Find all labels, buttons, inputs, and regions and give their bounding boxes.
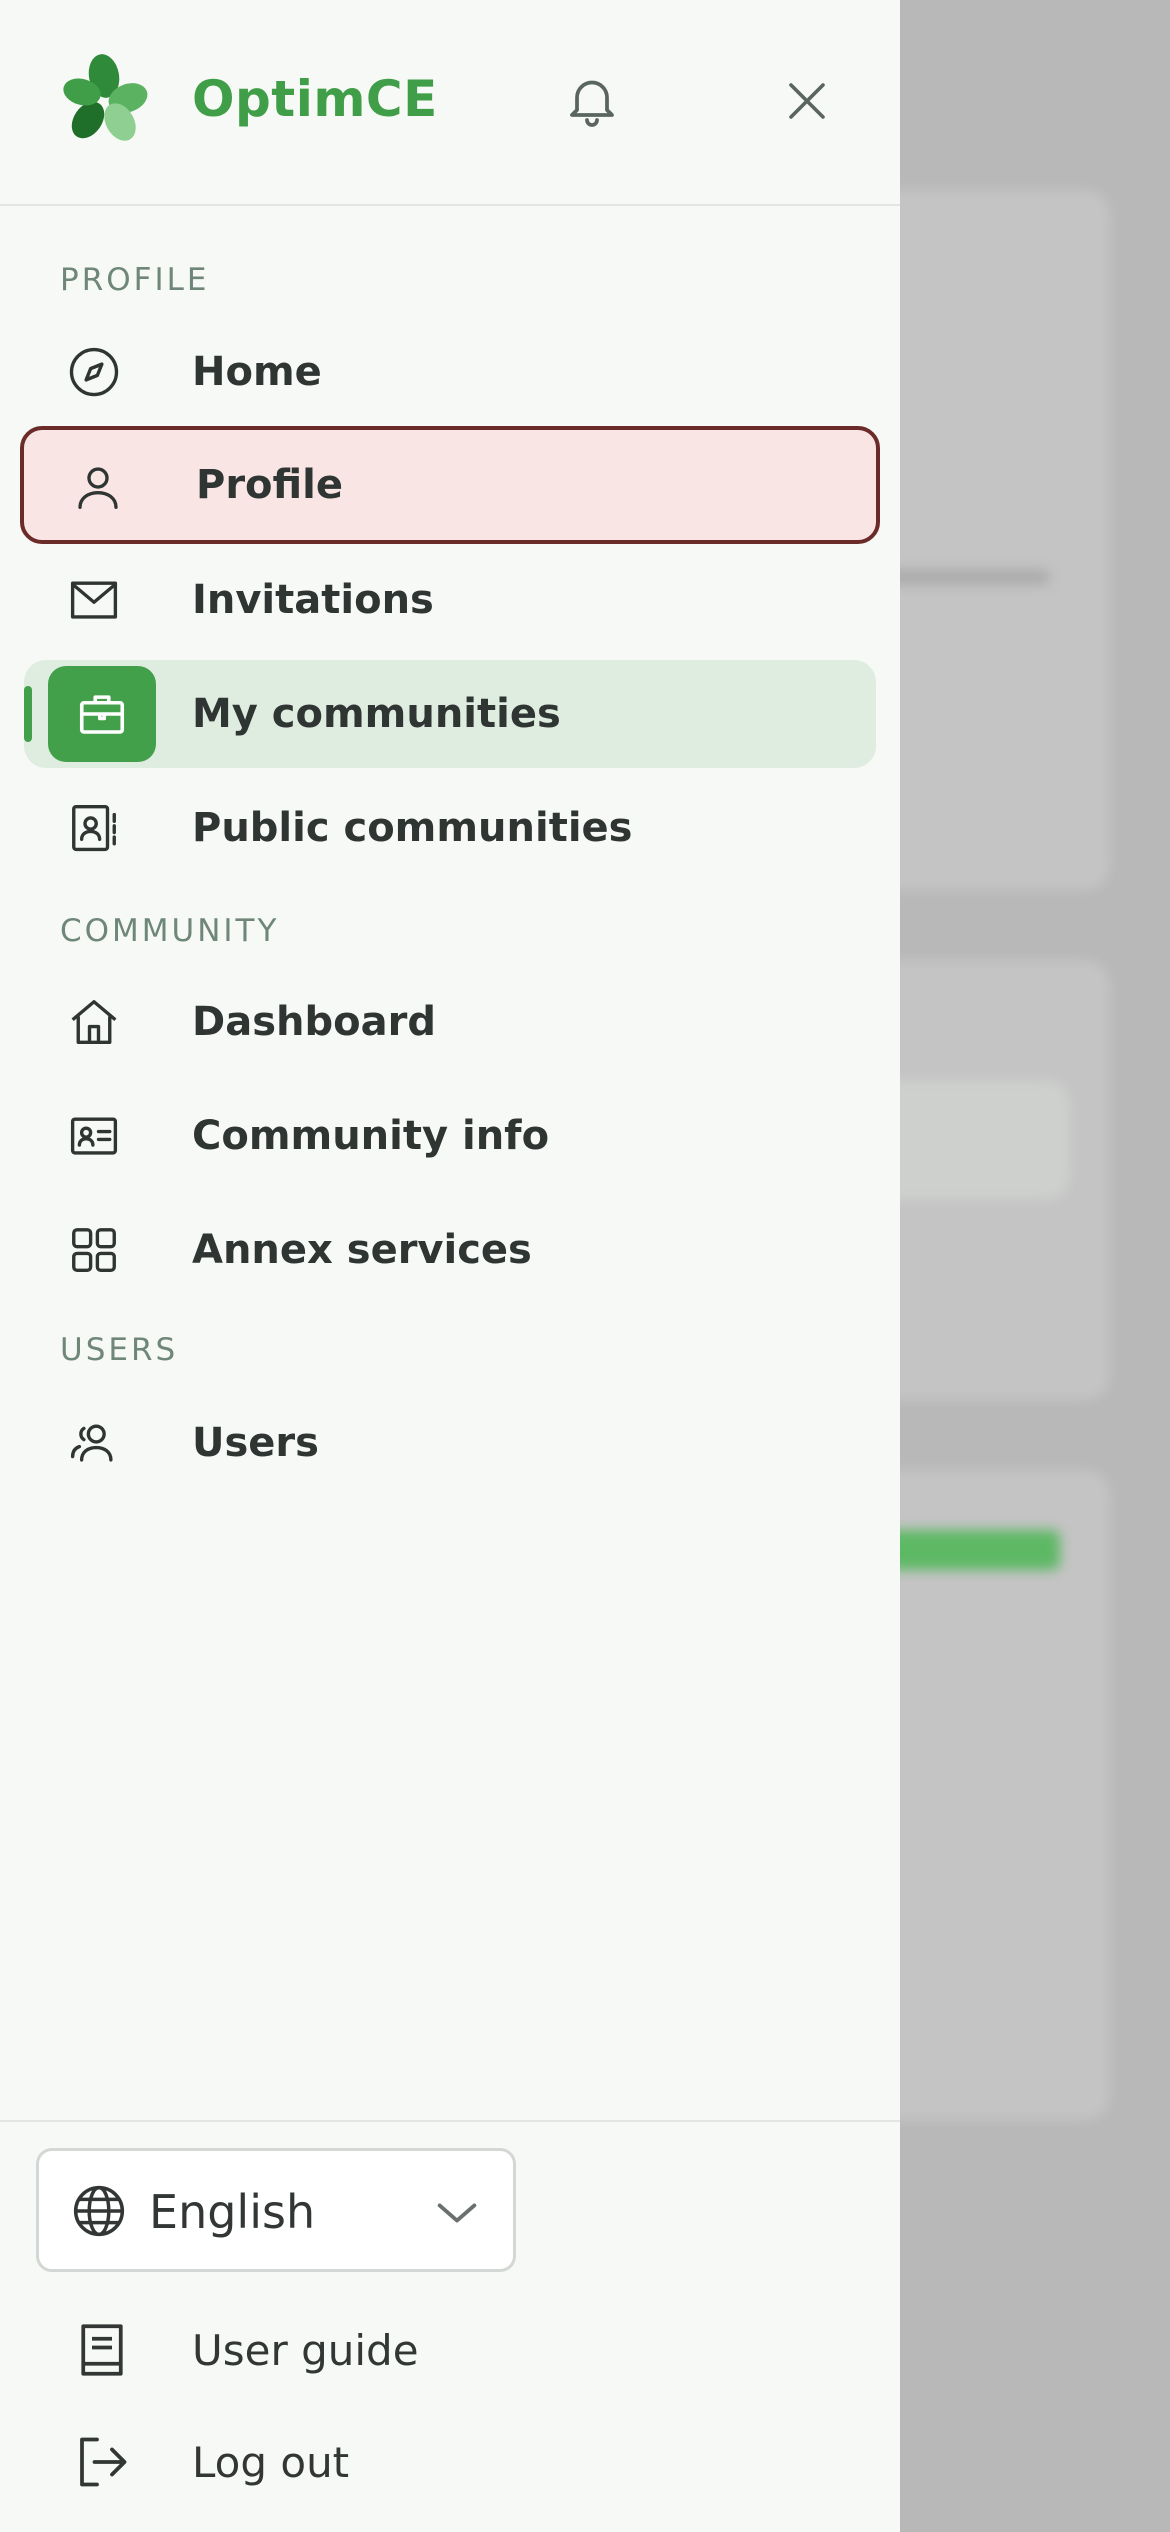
nav-item-invitations[interactable]: Invitations bbox=[24, 546, 876, 654]
section-title-users: USERS bbox=[60, 1332, 179, 1368]
section-title-profile: PROFILE bbox=[60, 262, 210, 298]
nav-item-my-communities[interactable]: My communities bbox=[24, 660, 876, 768]
chevron-down-icon bbox=[431, 2187, 483, 2239]
compass-icon bbox=[66, 344, 122, 400]
background-text bbox=[880, 570, 1050, 584]
app-screen: OptimCE PROFILE Home Profile Invitations… bbox=[0, 0, 1170, 2532]
nav-label: Profile bbox=[196, 462, 344, 508]
nav-label: My communities bbox=[192, 691, 561, 737]
nav-label: Users bbox=[192, 1420, 319, 1466]
nav-label: Dashboard bbox=[192, 999, 436, 1045]
grid-icon bbox=[66, 1222, 122, 1278]
nav-item-annex-services[interactable]: Annex services bbox=[24, 1196, 876, 1304]
brand-name: OptimCE bbox=[192, 70, 438, 128]
briefcase-icon bbox=[48, 666, 156, 762]
nav-item-users[interactable]: Users bbox=[24, 1389, 876, 1497]
nav-item-profile[interactable]: Profile bbox=[20, 426, 880, 544]
section-title-community: COMMUNITY bbox=[60, 913, 280, 949]
nav-item-community-info[interactable]: Community info bbox=[24, 1082, 876, 1190]
log-out-button[interactable]: Log out bbox=[60, 2418, 660, 2508]
book-icon bbox=[72, 2320, 132, 2380]
clover-logo bbox=[60, 52, 152, 144]
bell-icon[interactable] bbox=[556, 64, 628, 136]
user-guide-label: User guide bbox=[192, 2326, 419, 2375]
id-card-icon bbox=[66, 1108, 122, 1164]
navigation-drawer: OptimCE PROFILE Home Profile Invitations… bbox=[0, 0, 900, 2532]
nav-label: Invitations bbox=[192, 577, 434, 623]
language-select[interactable]: English bbox=[36, 2148, 516, 2272]
drawer-header: OptimCE bbox=[0, 0, 900, 206]
nav-label: Public communities bbox=[192, 805, 633, 851]
mail-icon bbox=[66, 572, 122, 628]
log-out-icon bbox=[72, 2432, 132, 2492]
nav-item-public-communities[interactable]: Public communities bbox=[24, 774, 876, 882]
close-icon[interactable] bbox=[772, 66, 842, 136]
contact-book-icon bbox=[66, 800, 122, 856]
home-icon bbox=[66, 994, 122, 1050]
user-icon bbox=[70, 459, 126, 515]
nav-label: Annex services bbox=[192, 1227, 532, 1273]
user-guide-link[interactable]: User guide bbox=[60, 2306, 660, 2396]
users-icon bbox=[66, 1415, 122, 1471]
language-value: English bbox=[149, 2185, 316, 2239]
nav-label: Home bbox=[192, 349, 322, 395]
globe-icon bbox=[71, 2183, 127, 2239]
nav-label: Community info bbox=[192, 1113, 550, 1159]
nav-item-dashboard[interactable]: Dashboard bbox=[24, 968, 876, 1076]
footer-divider bbox=[0, 2120, 900, 2122]
active-indicator bbox=[24, 686, 32, 742]
log-out-label: Log out bbox=[192, 2438, 350, 2487]
nav-item-home[interactable]: Home bbox=[24, 318, 876, 426]
